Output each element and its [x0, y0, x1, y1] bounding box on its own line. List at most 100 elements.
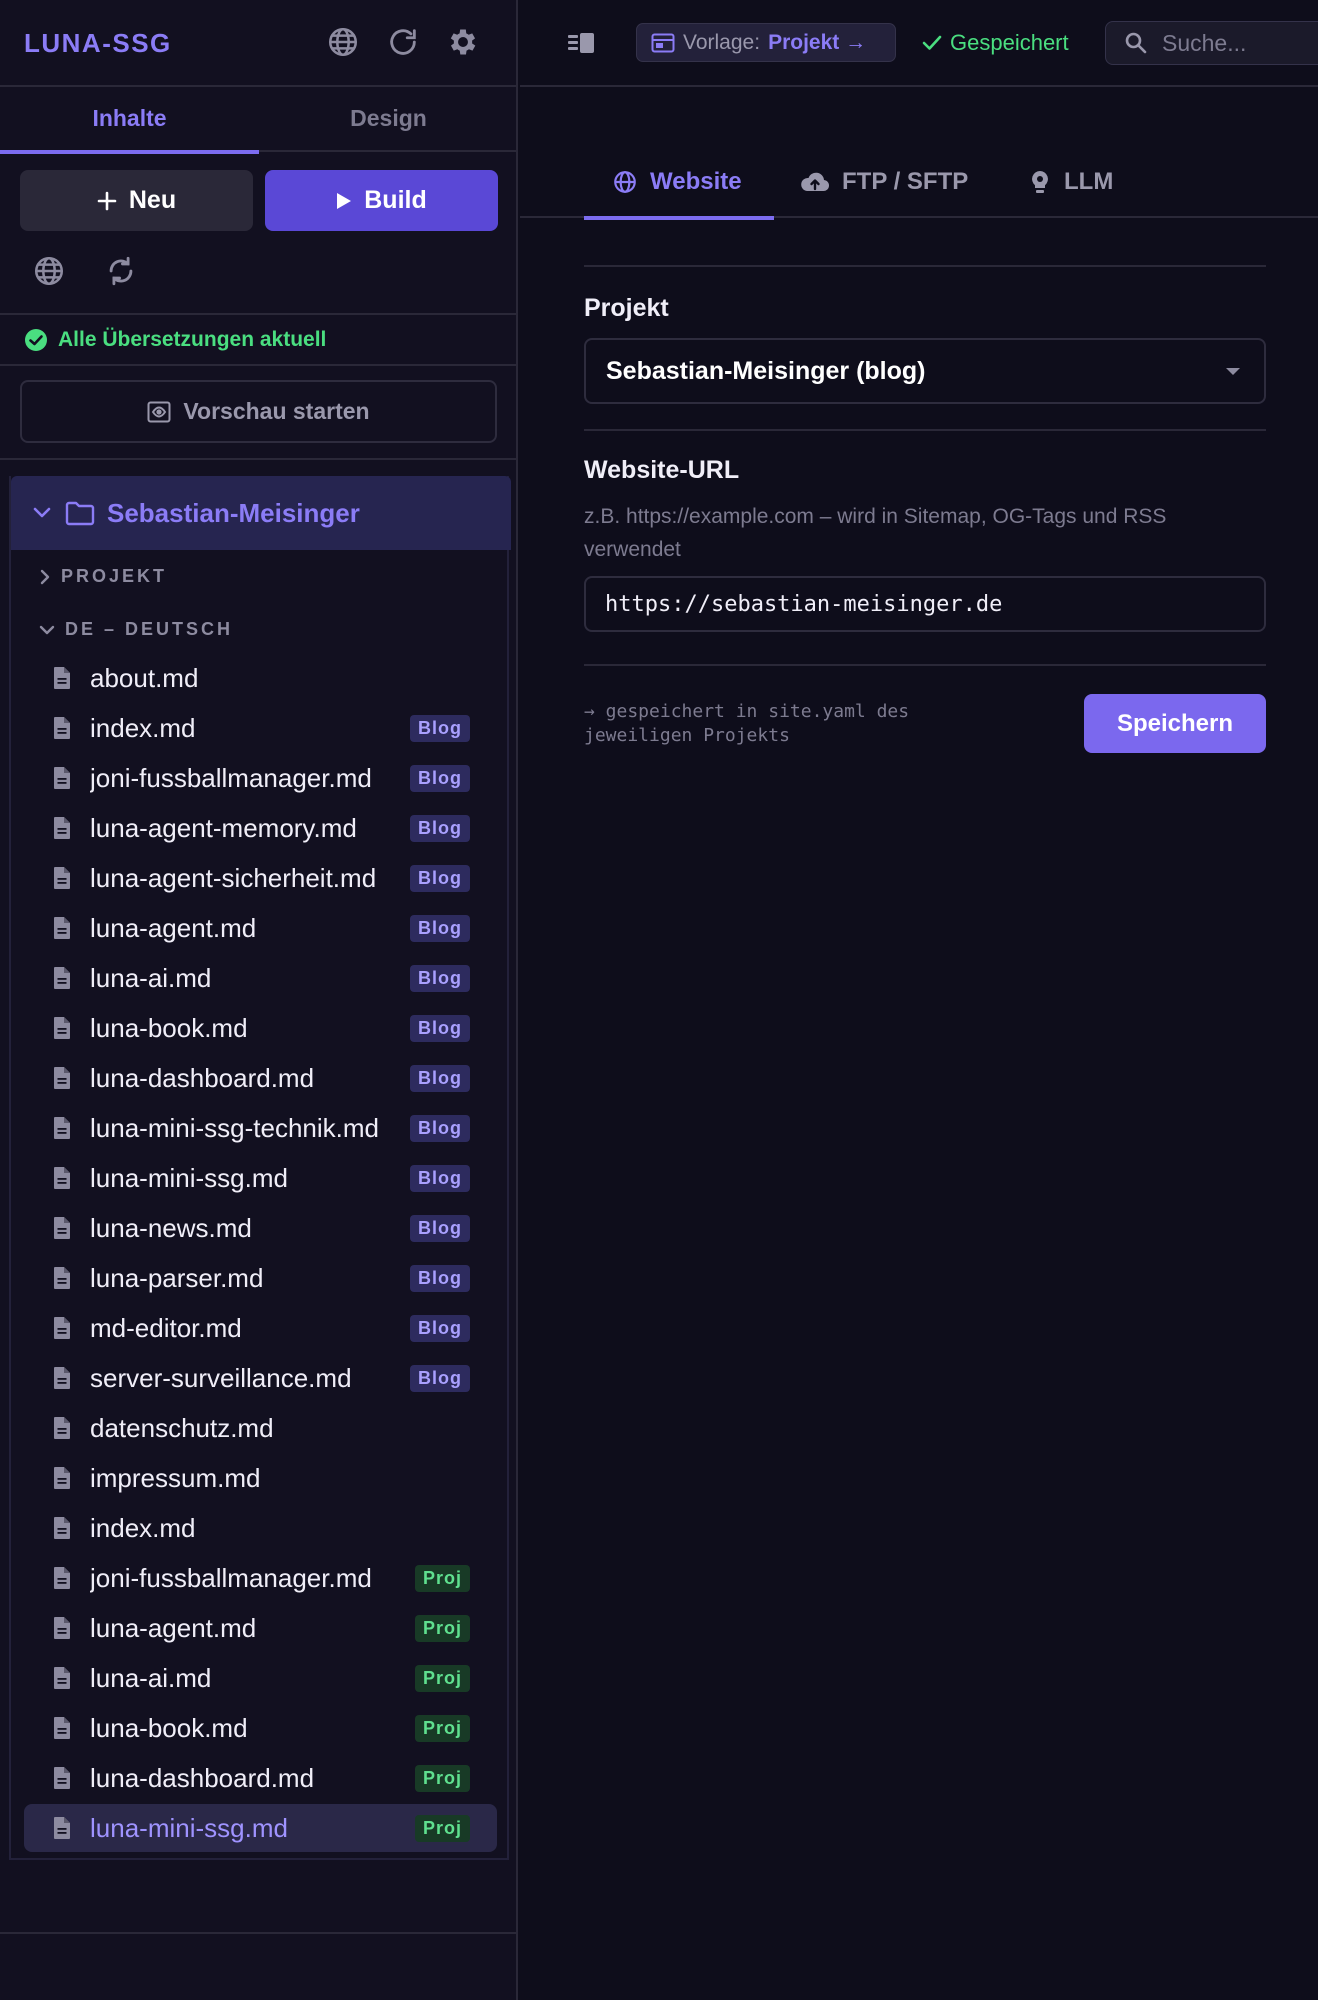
file-name: index.md — [90, 1512, 196, 1543]
save-button[interactable]: Speichern — [1084, 694, 1266, 753]
file-item[interactable]: luna-parser.md Blog — [24, 1254, 497, 1302]
file-item[interactable]: luna-dashboard.md Proj — [24, 1754, 497, 1802]
tab-ftp[interactable]: FTP / SFTP — [800, 145, 968, 218]
file-item[interactable]: luna-ai.md Blog — [24, 954, 497, 1002]
file-badge: Blog — [410, 764, 470, 792]
file-item[interactable]: index.md Blog — [24, 704, 497, 752]
tab-design[interactable]: Design — [259, 89, 518, 152]
file-item[interactable]: index.md — [24, 1504, 497, 1552]
url-field-label: Website-URL — [584, 456, 740, 484]
file-item[interactable]: server-surveillance.md Blog — [24, 1354, 497, 1402]
file-icon — [52, 1316, 72, 1340]
tab-website-label: Website — [650, 167, 742, 195]
project-select[interactable]: Sebastian-Meisinger (blog) — [584, 338, 1266, 404]
file-name: luna-dashboard.md — [90, 1062, 315, 1093]
file-item[interactable]: joni-fussballmanager.md Blog — [24, 754, 497, 802]
plus-icon — [97, 191, 117, 211]
divider — [0, 364, 518, 366]
lightbulb-icon — [1028, 169, 1052, 195]
project-folder[interactable]: Sebastian-Meisinger — [11, 476, 511, 550]
file-item[interactable]: luna-agent.md Blog — [24, 904, 497, 952]
file-tree: Sebastian-Meisinger PROJEKT DE – DEUTSCH… — [9, 476, 511, 1860]
template-chip[interactable]: Vorlage: Projekt → — [636, 23, 896, 62]
file-badge: Proj — [414, 1814, 470, 1842]
build-button-label: Build — [364, 186, 427, 214]
website-url-input[interactable] — [584, 576, 1266, 632]
file-name: luna-book.md — [90, 1012, 248, 1043]
check-icon — [922, 34, 942, 52]
template-label: Vorlage: — [683, 30, 761, 54]
check-circle-icon — [24, 328, 48, 352]
file-badge: Proj — [414, 1714, 470, 1742]
file-item[interactable]: luna-book.md Blog — [24, 1004, 497, 1052]
file-name: index.md — [90, 712, 196, 743]
file-icon — [52, 816, 72, 840]
app-brand: LUNA-SSG — [24, 28, 172, 58]
file-name: luna-agent-sicherheit.md — [90, 862, 377, 893]
file-item[interactable]: joni-fussballmanager.md Proj — [24, 1554, 497, 1602]
sidebar-tabs: Inhalte Design — [0, 89, 518, 154]
file-item[interactable]: luna-ai.md Proj — [24, 1654, 497, 1702]
play-icon — [336, 192, 352, 210]
search-icon — [1124, 31, 1148, 55]
project-field-label: Projekt — [584, 294, 669, 322]
file-badge: Proj — [414, 1764, 470, 1792]
tab-inhalte[interactable]: Inhalte — [0, 89, 259, 154]
start-preview-button[interactable]: Vorschau starten — [20, 380, 497, 443]
file-item[interactable]: luna-agent-memory.md Blog — [24, 804, 497, 852]
file-icon — [52, 1416, 72, 1440]
file-badge: Proj — [414, 1664, 470, 1692]
file-badge: Blog — [410, 1214, 470, 1242]
refresh-icon[interactable] — [386, 25, 420, 59]
file-icon — [52, 716, 72, 740]
file-item[interactable]: about.md — [24, 654, 497, 702]
file-item[interactable]: luna-dashboard.md Blog — [24, 1054, 497, 1102]
build-button[interactable]: Build — [265, 170, 498, 231]
file-item[interactable]: luna-agent.md Proj — [24, 1604, 497, 1652]
file-name: luna-mini-ssg-technik.md — [90, 1112, 379, 1143]
tab-llm-label: LLM — [1064, 167, 1114, 195]
file-item[interactable]: luna-agent-sicherheit.md Blog — [24, 854, 497, 902]
file-name: luna-ai.md — [90, 962, 212, 993]
file-item[interactable]: luna-news.md Blog — [24, 1204, 497, 1252]
template-icon — [651, 33, 675, 53]
file-badge: Blog — [410, 1314, 470, 1342]
translate-globe-icon[interactable] — [32, 254, 66, 288]
file-icon — [52, 1216, 72, 1240]
file-name: luna-parser.md — [90, 1262, 264, 1293]
file-icon — [52, 1366, 72, 1390]
new-button-label: Neu — [128, 186, 177, 214]
chevron-right-icon — [39, 569, 51, 585]
file-item[interactable]: luna-book.md Proj — [24, 1704, 497, 1752]
settings-tabs: Website FTP / SFTP LLM — [520, 145, 1318, 220]
translation-status: Alle Übersetzungen aktuell — [24, 328, 326, 352]
gear-icon[interactable] — [446, 25, 480, 59]
file-name: luna-agent.md — [90, 1612, 257, 1643]
file-name: luna-agent-memory.md — [90, 812, 357, 843]
file-item[interactable]: md-editor.md Blog — [24, 1304, 497, 1352]
save-status-text: Gespeichert — [950, 30, 1069, 55]
section-projekt[interactable]: PROJEKT — [39, 566, 167, 587]
tab-llm[interactable]: LLM — [1028, 145, 1113, 218]
toggle-sidebar-icon[interactable] — [566, 28, 598, 60]
globe-icon[interactable] — [326, 25, 360, 59]
file-badge: Proj — [414, 1564, 470, 1592]
sidebar: LUNA-SSG Inhalte Design Neu Build Alle Ü… — [0, 0, 518, 2000]
file-item[interactable]: luna-mini-ssg.md Blog — [24, 1154, 497, 1202]
sync-icon[interactable] — [104, 254, 138, 288]
file-name: joni-fussballmanager.md — [90, 1562, 372, 1593]
file-badge: Blog — [410, 1364, 470, 1392]
search-box[interactable]: Suche... — [1105, 21, 1318, 65]
file-item[interactable]: luna-mini-ssg-technik.md Blog — [24, 1104, 497, 1152]
tab-website[interactable]: Website — [584, 145, 774, 220]
file-item[interactable]: impressum.md — [24, 1454, 497, 1502]
section-label: DE – DEUTSCH — [65, 619, 234, 639]
file-name: md-editor.md — [90, 1312, 242, 1343]
project-select-value: Sebastian-Meisinger (blog) — [606, 356, 926, 385]
file-name: datenschutz.md — [90, 1412, 274, 1443]
file-item[interactable]: datenschutz.md — [24, 1404, 497, 1452]
section-deutsch[interactable]: DE – DEUTSCH — [39, 619, 233, 640]
new-button[interactable]: Neu — [20, 170, 253, 231]
translation-status-text: Alle Übersetzungen aktuell — [58, 328, 327, 351]
file-item[interactable]: luna-mini-ssg.md Proj — [24, 1804, 497, 1852]
